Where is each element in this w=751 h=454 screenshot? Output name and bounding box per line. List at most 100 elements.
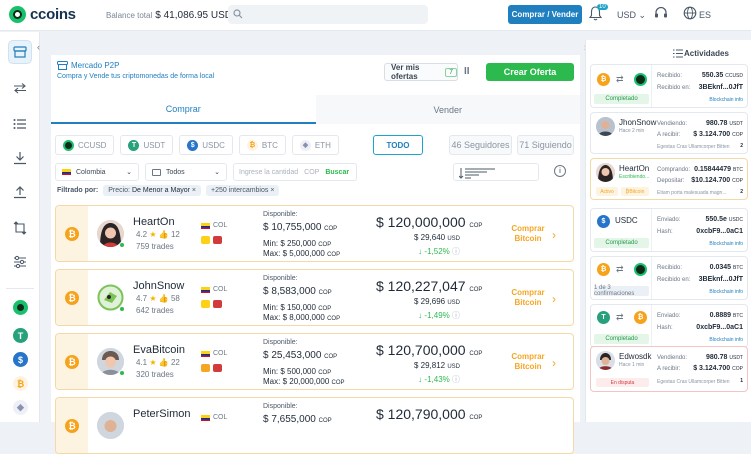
coin-chip-eth[interactable]: ◆ ETH [291,135,339,155]
buy-bitcoin-button[interactable]: Comprar Bitcoin [508,352,548,372]
pause-icon[interactable]: II [464,66,470,77]
sort-select[interactable] [453,163,539,181]
price-currency: COP [469,415,483,421]
activity-card[interactable]: $ USDC Completado Enviado: 550.5e USDC H… [590,208,748,252]
offer-row[interactable]: ₿ JohnSnow 4.7 ★ 👍 58 642 trades COL Dis… [55,269,574,326]
avatar[interactable] [596,117,615,136]
coin-chip-btc[interactable]: ₿ BTC [238,135,286,155]
offer-row[interactable]: ₿ PeterSimon COL Disponible: $ 7,655,000… [55,397,574,454]
activity-card[interactable]: HeartOn Escribiendo... Activo ₿ Bitcoin … [590,158,748,200]
ccusd-icon[interactable] [13,300,28,315]
sidebar-item-market[interactable] [8,40,32,64]
filter-tag-price[interactable]: Precio: De Menor a Mayor × [103,185,201,196]
all-coins-button[interactable]: TODO [373,135,423,155]
filter-tag-trades[interactable]: +250 intercambios × [205,185,280,196]
rating-value: 4.7 [136,294,148,303]
chevron-right-icon[interactable]: › [552,356,556,370]
blockchain-link[interactable]: Blockchain info [709,241,743,247]
payment-method-select[interactable]: Todos ⌄ [145,163,227,181]
wallet-icon [213,364,222,372]
unread-count: 2 [740,189,743,195]
chevron-down-icon: ⌄ [126,169,132,176]
btc-icon: ₿ [597,73,610,86]
trader-rating: 4.7 ★ 👍 58 [136,294,180,303]
blockchain-link[interactable]: Blockchain info [709,97,743,103]
amount-input[interactable]: Ingrese la cantidad COP Buscar [233,163,357,181]
trader-name[interactable]: EvaBitcoin [133,344,185,356]
price-currency: COP [469,287,483,293]
chat-preview: Egestas Cras Ullamcorper Bitten [657,379,730,385]
available-label: Disponible: [263,211,298,218]
rating-value: 4.2 [136,230,148,239]
buy-sell-button[interactable]: Comprar / Vender [508,5,582,24]
offer-row[interactable]: ₿ EvaBitcoin 4.1 ★ 👍 22 320 trades COL D… [55,333,574,390]
chevron-right-icon[interactable]: › [552,228,556,242]
tab-sell[interactable]: Vender [315,95,580,124]
sidebar-item-send[interactable] [8,180,32,204]
create-offer-button[interactable]: Crear Oferta [486,63,574,81]
avatar[interactable] [596,351,615,370]
language-select[interactable]: ES [699,10,711,20]
followers-filter[interactable]: 71 Siguiendo [517,135,574,155]
min-currency: COP [318,370,332,376]
btc-icon[interactable]: ₿ [13,376,28,391]
sidebar-item-list[interactable] [8,112,32,136]
value-currency: USDC [728,217,743,223]
search-button[interactable]: Buscar [325,169,349,176]
usdc-icon[interactable]: $ [13,352,28,367]
available-label: Disponible: [263,275,298,282]
country-select[interactable]: Colombia ⌄ [55,163,139,181]
trader-name[interactable]: PeterSimon [133,408,190,420]
tab-buy[interactable]: Comprar [51,95,316,124]
usd-label: USD [447,300,460,306]
thumbs-up-icon: 👍 [158,294,169,303]
sidebar-item-receive[interactable] [8,146,32,170]
max-currency: COP [327,252,341,258]
sidebar-item-exchange[interactable] [8,76,32,100]
activity-card[interactable]: ₿ ⇄ 1 de 3 confirmaciones Recibido: 0.03… [590,256,748,300]
sidebar-item-swap[interactable] [8,216,32,240]
chevron-down-icon: ⌄ [638,10,647,20]
activity-card[interactable]: T ⇄ ₿ Completado Enviado: 0.8889 BTC Has… [590,304,748,348]
sidebar-item-settings[interactable] [8,250,32,274]
avatar[interactable] [97,412,124,439]
offer-row[interactable]: ₿ HeartOn 4.2 ★ 👍 12 759 trades COL Disp… [55,205,574,262]
coin-chip-usdt[interactable]: T USDT [120,135,174,155]
activity-card[interactable]: Edwosdk Hace 1 min En disputa Vendiendo:… [590,346,748,392]
activity-value: 3BEknf...0JfT [698,84,743,91]
close-icon[interactable]: × [192,187,196,194]
logo-icon [9,6,26,23]
activity-card[interactable]: ₿ ⇄ Completado Recibido: 550.35 CCUSD Re… [590,64,748,108]
avatar[interactable] [596,163,615,182]
blockchain-link[interactable]: Blockchain info [709,289,743,295]
logo[interactable]: ccoins [9,6,76,23]
info-icon[interactable]: i [554,165,566,177]
activity-key: Vendiendo: [657,121,688,127]
chat-preview: Egestas Cras Ullamcorper Bitten [657,144,730,150]
collapse-left-icon[interactable]: ‹ [37,42,40,52]
search-input[interactable] [228,5,428,24]
currency-select[interactable]: USD ⌄ [617,10,646,21]
following-filter[interactable]: 46 Seguidores [449,135,512,155]
coin-chip-usdc[interactable]: $ USDC [179,135,233,155]
trader-name[interactable]: HeartOn [133,216,175,228]
close-icon[interactable]: × [270,187,274,194]
btc-icon: ₿ [246,139,258,151]
coin-chip-ccusd[interactable]: CCUSD [55,135,115,155]
usdt-icon[interactable]: T [13,328,28,343]
headset-icon[interactable] [654,6,668,20]
chevron-right-icon[interactable]: › [552,292,556,306]
info-icon: ⓘ [452,247,460,256]
activity-panel: Actividades ₿ ⇄ Completado Recibido: 550… [585,40,751,422]
max-value: $ 5,000,000 [282,249,325,258]
globe-icon[interactable] [683,6,697,20]
eth-icon[interactable]: ◆ [13,400,28,415]
trader-name[interactable]: JohnSnow [133,280,184,292]
buy-bitcoin-button[interactable]: Comprar Bitcoin [508,224,548,244]
filter-tag-value: +250 intercambios [210,187,269,194]
blockchain-link[interactable]: Blockchain info [709,337,743,343]
value-amount: 550.5e [705,216,727,223]
activity-card[interactable]: JhonSnow Hace 2 min Vendiendo: 980.78 US… [590,112,748,154]
buy-bitcoin-button[interactable]: Comprar Bitcoin [508,288,548,308]
my-offers-button[interactable]: Ver mis ofertas 7 [384,63,458,81]
